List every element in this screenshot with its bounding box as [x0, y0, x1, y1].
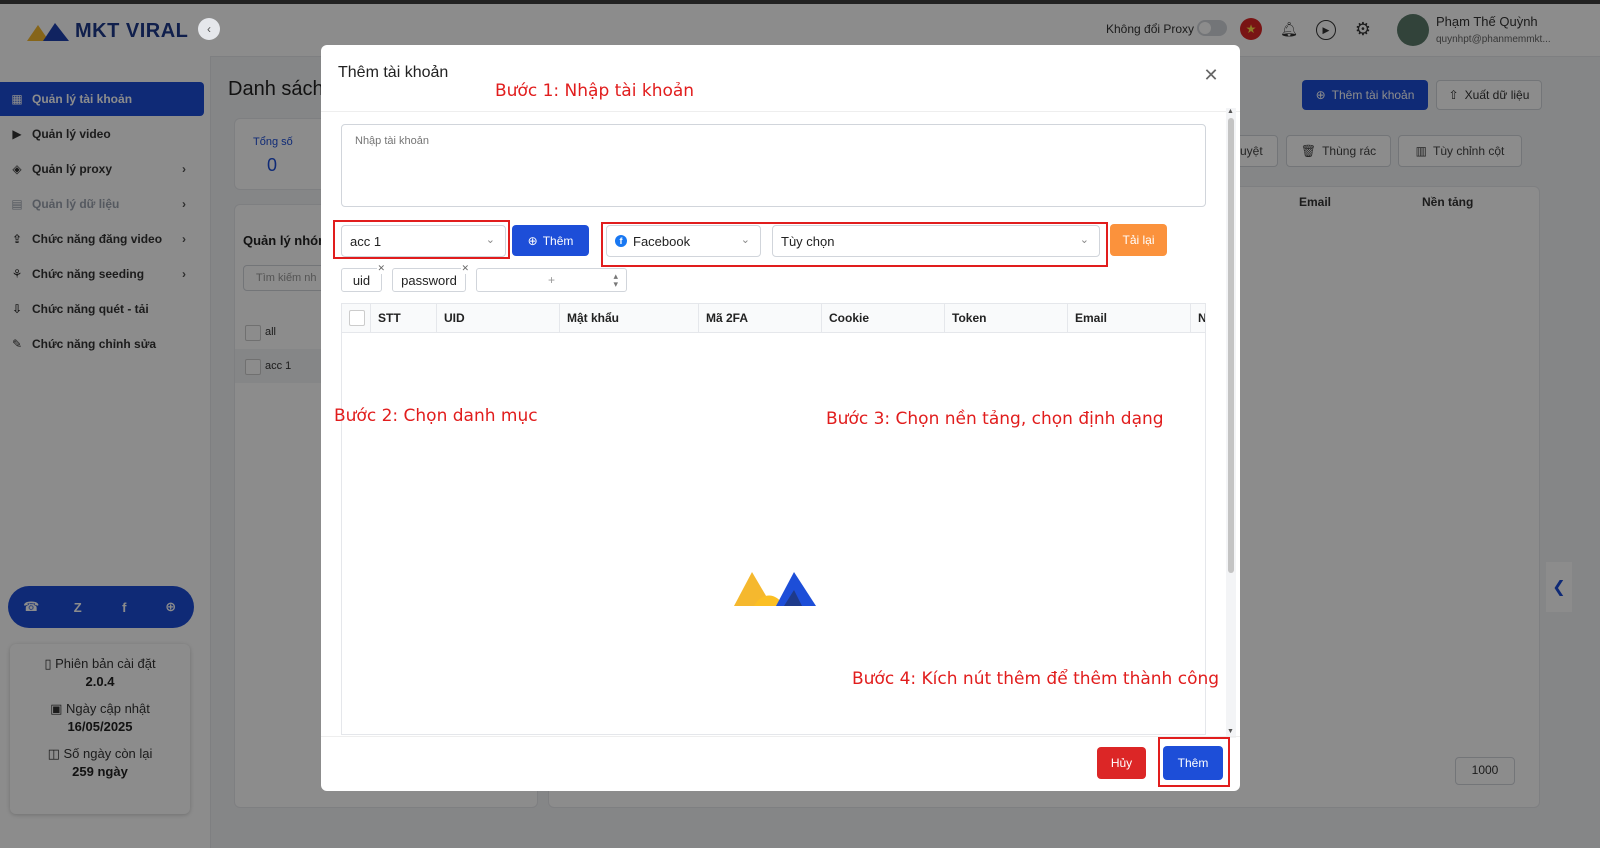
- field-tag-uid[interactable]: uid ✕: [341, 263, 385, 292]
- tag-label: uid: [352, 272, 371, 288]
- add-category-label: Thêm: [542, 233, 574, 248]
- reload-button[interactable]: Tải lại: [1110, 224, 1167, 256]
- category-value: acc 1: [350, 233, 382, 249]
- column-header-more[interactable]: N: [1191, 304, 1205, 332]
- stepper-placeholder: +: [547, 273, 555, 287]
- scrollbar-thumb[interactable]: [1228, 118, 1234, 573]
- cancel-button[interactable]: Hủy: [1097, 747, 1146, 779]
- modal-title: Thêm tài khoản: [338, 64, 449, 81]
- chevron-down-icon: ⌄: [1079, 234, 1089, 246]
- step3-annotation: Bước 3: Chọn nền tảng, chọn định dạng: [826, 409, 1164, 429]
- stepper-arrows-icon[interactable]: ▴ ▾: [613, 272, 618, 289]
- column-header-cookie[interactable]: Cookie: [822, 304, 945, 332]
- column-header-2fa[interactable]: Mã 2FA: [699, 304, 822, 332]
- add-category-button[interactable]: ⊕ Thêm: [512, 225, 589, 256]
- column-header-stt[interactable]: STT: [371, 304, 437, 332]
- step2-annotation: Bước 2: Chọn danh mục: [334, 406, 538, 426]
- platform-value: Facebook: [633, 233, 691, 249]
- select-all-checkbox[interactable]: [349, 310, 365, 326]
- account-input[interactable]: [341, 124, 1206, 207]
- modal-scrollbar[interactable]: ▲ ▼: [1226, 108, 1236, 738]
- column-header-uid[interactable]: UID: [437, 304, 560, 332]
- format-select[interactable]: Tùy chọn ⌄: [772, 225, 1100, 257]
- select-all-cell: [342, 304, 371, 332]
- step1-annotation: Bước 1: Nhập tài khoản: [495, 81, 695, 101]
- category-select[interactable]: acc 1 ⌄: [341, 225, 506, 257]
- chevron-down-icon: ⌄: [485, 234, 495, 246]
- loading-logo-icon: [734, 572, 816, 606]
- platform-select[interactable]: f Facebook ⌄: [606, 225, 761, 257]
- sidebar-collapse-button[interactable]: ‹: [198, 18, 220, 40]
- divider: [321, 736, 1240, 737]
- close-icon[interactable]: ✕: [377, 263, 385, 274]
- table-header-row: STT UID Mật khẩu Mã 2FA Cookie Token Ema…: [342, 304, 1205, 333]
- field-stepper[interactable]: + ▴ ▾: [476, 268, 627, 292]
- scroll-down-icon[interactable]: ▼: [1227, 728, 1234, 735]
- tag-label: password: [401, 272, 457, 288]
- field-tag-password[interactable]: password ✕: [392, 263, 469, 292]
- divider: [321, 111, 1240, 112]
- column-header-token[interactable]: Token: [945, 304, 1068, 332]
- chevron-left-icon: ‹: [207, 22, 211, 36]
- submit-add-button[interactable]: Thêm: [1163, 746, 1223, 780]
- column-header-password[interactable]: Mật khẩu: [560, 304, 699, 332]
- column-header-email[interactable]: Email: [1068, 304, 1191, 332]
- close-icon[interactable]: ✕: [1201, 65, 1221, 85]
- plus-circle-icon: ⊕: [527, 233, 538, 248]
- scroll-up-icon[interactable]: ▲: [1227, 108, 1234, 115]
- close-icon[interactable]: ✕: [461, 263, 469, 274]
- format-value: Tùy chọn: [781, 233, 835, 249]
- facebook-icon: f: [615, 235, 627, 247]
- step4-annotation: Bước 4: Kích nút thêm để thêm thành công: [852, 669, 1220, 689]
- chevron-down-icon: ⌄: [740, 234, 750, 246]
- add-account-modal: Thêm tài khoản ✕ acc 1 ⌄ ⊕ Thêm f Facebo…: [321, 45, 1240, 791]
